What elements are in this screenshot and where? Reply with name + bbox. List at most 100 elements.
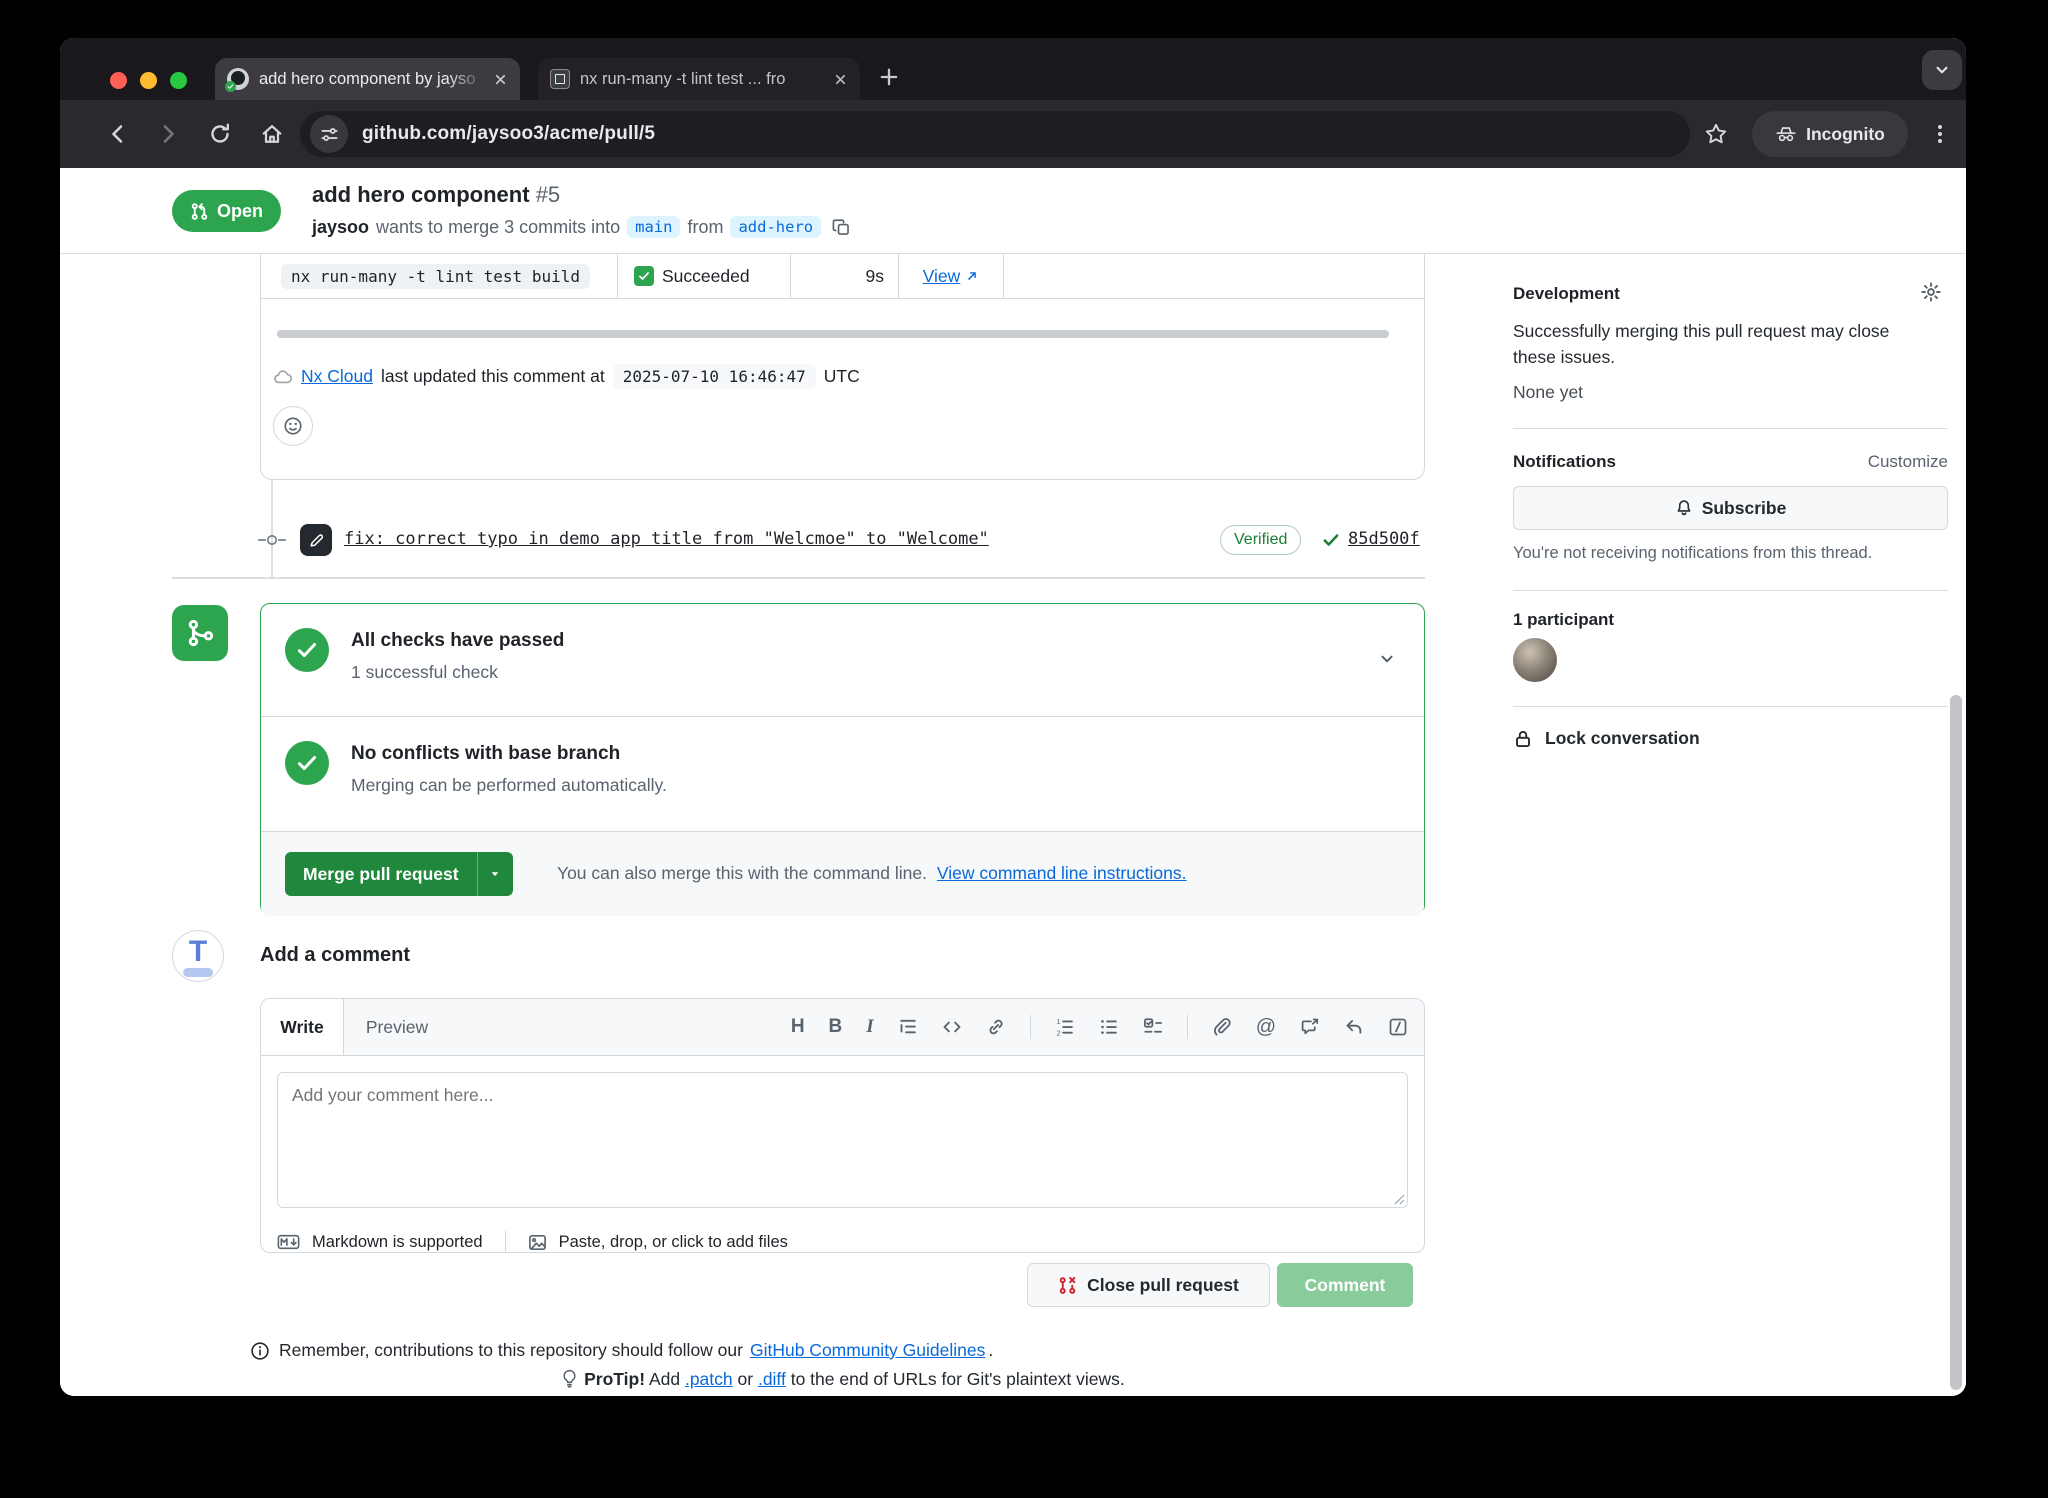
customize-link[interactable]: Customize: [1868, 452, 1948, 472]
bell-icon: [1675, 499, 1693, 517]
protip-label: ProTip!: [584, 1369, 645, 1389]
quote-icon[interactable]: [898, 1017, 918, 1037]
tab-preview[interactable]: Preview: [343, 999, 451, 1055]
checks-passed-subtitle: 1 successful check: [351, 662, 498, 683]
tab-close-icon[interactable]: [833, 72, 848, 87]
browser-menu-button[interactable]: [1928, 122, 1952, 146]
slash-commands-icon[interactable]: [1388, 1017, 1408, 1037]
task-list-icon[interactable]: [1143, 1017, 1163, 1037]
bookmark-star-icon[interactable]: [1704, 122, 1728, 146]
lightbulb-icon: [560, 1369, 579, 1388]
guidelines-note: Remember, contributions to this reposito…: [250, 1340, 993, 1361]
commit-check-icon: [1322, 531, 1340, 549]
commit-author-avatar[interactable]: [300, 524, 332, 556]
guidelines-text: Remember, contributions to this reposito…: [279, 1340, 743, 1361]
participant-avatar[interactable]: [1513, 638, 1557, 682]
pr-title: add hero component #5: [312, 182, 560, 208]
bold-icon[interactable]: B: [829, 1016, 843, 1038]
textarea-resize-grip[interactable]: [1393, 1193, 1405, 1205]
tab-nx-run[interactable]: nx run-many -t lint test ... fro: [538, 58, 860, 100]
url-text[interactable]: github.com/jaysoo3/acme/pull/5: [362, 111, 655, 157]
link-icon[interactable]: [986, 1017, 1006, 1037]
subscribe-label: Subscribe: [1702, 498, 1787, 519]
base-branch-chip[interactable]: main: [627, 216, 680, 238]
avatar-letter: T: [173, 935, 223, 969]
comment-submit-label: Comment: [1305, 1275, 1386, 1296]
copy-branch-icon[interactable]: [832, 218, 851, 237]
comment-submit-button[interactable]: Comment: [1277, 1263, 1413, 1307]
check-status-text: Succeeded: [662, 266, 750, 287]
mention-icon[interactable]: @: [1256, 1016, 1276, 1039]
verified-badge[interactable]: Verified: [1220, 525, 1301, 555]
site-info-button[interactable]: [310, 115, 348, 153]
paste-files-note[interactable]: Paste, drop, or click to add files: [559, 1233, 788, 1252]
comment-input[interactable]: [277, 1072, 1408, 1208]
merge-pull-request-button[interactable]: Merge pull request: [285, 852, 477, 896]
tab-search-chevron-button[interactable]: [1922, 50, 1962, 90]
external-link-icon: [965, 269, 979, 283]
table-horizontal-scrollbar[interactable]: [277, 330, 1389, 338]
saved-replies-icon[interactable]: [1344, 1017, 1364, 1037]
cross-reference-icon[interactable]: [1300, 1017, 1320, 1037]
image-icon: [528, 1233, 547, 1252]
markdown-toolbar: H B I @: [791, 999, 1408, 1055]
comment-form: Write Preview H B I: [260, 998, 1425, 1253]
diff-link[interactable]: .diff: [758, 1369, 786, 1389]
add-reaction-button[interactable]: [273, 406, 313, 446]
tab-close-icon[interactable]: [493, 72, 508, 87]
patch-link[interactable]: .patch: [685, 1369, 733, 1389]
heading-icon[interactable]: H: [791, 1016, 805, 1038]
attach-file-icon[interactable]: [1212, 1017, 1232, 1037]
pr-author[interactable]: jaysoo: [312, 217, 369, 238]
protip-add: Add: [649, 1369, 680, 1389]
code-icon[interactable]: [942, 1017, 962, 1037]
nx-cloud-link[interactable]: Nx Cloud: [301, 366, 373, 387]
back-button[interactable]: [106, 122, 130, 146]
timeline-line: [271, 480, 273, 577]
sidebar-divider: [1513, 590, 1948, 591]
collapse-checks-chevron-icon[interactable]: [1378, 650, 1396, 668]
development-text: Successfully merging this pull request m…: [1513, 318, 1933, 370]
unordered-list-icon[interactable]: [1099, 1017, 1119, 1037]
tab-pull-request[interactable]: add hero component by jayso: [215, 58, 520, 100]
traffic-light-close[interactable]: [110, 72, 127, 89]
subscribe-button[interactable]: Subscribe: [1513, 486, 1948, 530]
cli-instructions-link[interactable]: View command line instructions.: [937, 863, 1187, 883]
protip-rest: to the end of URLs for Git's plaintext v…: [791, 1369, 1125, 1389]
development-title: Development: [1513, 284, 1620, 304]
check-command-chip: nx run-many -t lint test build: [281, 264, 590, 289]
forward-button[interactable]: [156, 122, 180, 146]
close-pull-request-button[interactable]: Close pull request: [1027, 1263, 1270, 1307]
merge-options-caret-button[interactable]: [477, 852, 513, 896]
ordered-list-icon[interactable]: [1055, 1017, 1075, 1037]
toolbar-separator: [1030, 1015, 1031, 1039]
guidelines-link[interactable]: GitHub Community Guidelines: [750, 1340, 985, 1361]
italic-icon[interactable]: I: [866, 1016, 873, 1038]
page-vertical-scrollbar[interactable]: [1950, 695, 1962, 1390]
no-conflicts-title: No conflicts with base branch: [351, 743, 620, 765]
avatar-base: [183, 968, 213, 977]
traffic-light-zoom[interactable]: [170, 72, 187, 89]
commit-message-link[interactable]: fix: correct typo in demo app title from…: [344, 529, 989, 549]
tab-preview-label: Preview: [366, 1017, 428, 1038]
development-gear-icon[interactable]: [1920, 281, 1942, 303]
check-table-row: nx run-many -t lint test build Succeeded…: [261, 254, 1424, 299]
commit-sha-link[interactable]: 85d500f: [1348, 529, 1420, 549]
tab-write[interactable]: Write: [261, 999, 344, 1055]
lock-conversation[interactable]: Lock conversation: [1513, 728, 1700, 749]
terminal-favicon: [550, 69, 570, 89]
traffic-light-minimize[interactable]: [140, 72, 157, 89]
nx-note-timestamp: 2025-07-10 16:46:47: [613, 364, 816, 389]
markdown-note[interactable]: Markdown is supported: [312, 1233, 483, 1252]
lock-icon: [1513, 729, 1533, 749]
caret-down-icon: [488, 867, 502, 881]
head-branch-chip[interactable]: add-hero: [730, 216, 821, 238]
toolbar-separator: [1187, 1015, 1188, 1039]
reload-button[interactable]: [208, 122, 232, 146]
new-tab-button[interactable]: [878, 66, 900, 88]
info-icon: [250, 1341, 270, 1361]
view-check-link[interactable]: View: [923, 266, 961, 287]
home-button[interactable]: [260, 122, 284, 146]
address-bar[interactable]: github.com/jaysoo3/acme/pull/5: [300, 111, 1690, 157]
git-pull-request-icon: [190, 202, 209, 221]
